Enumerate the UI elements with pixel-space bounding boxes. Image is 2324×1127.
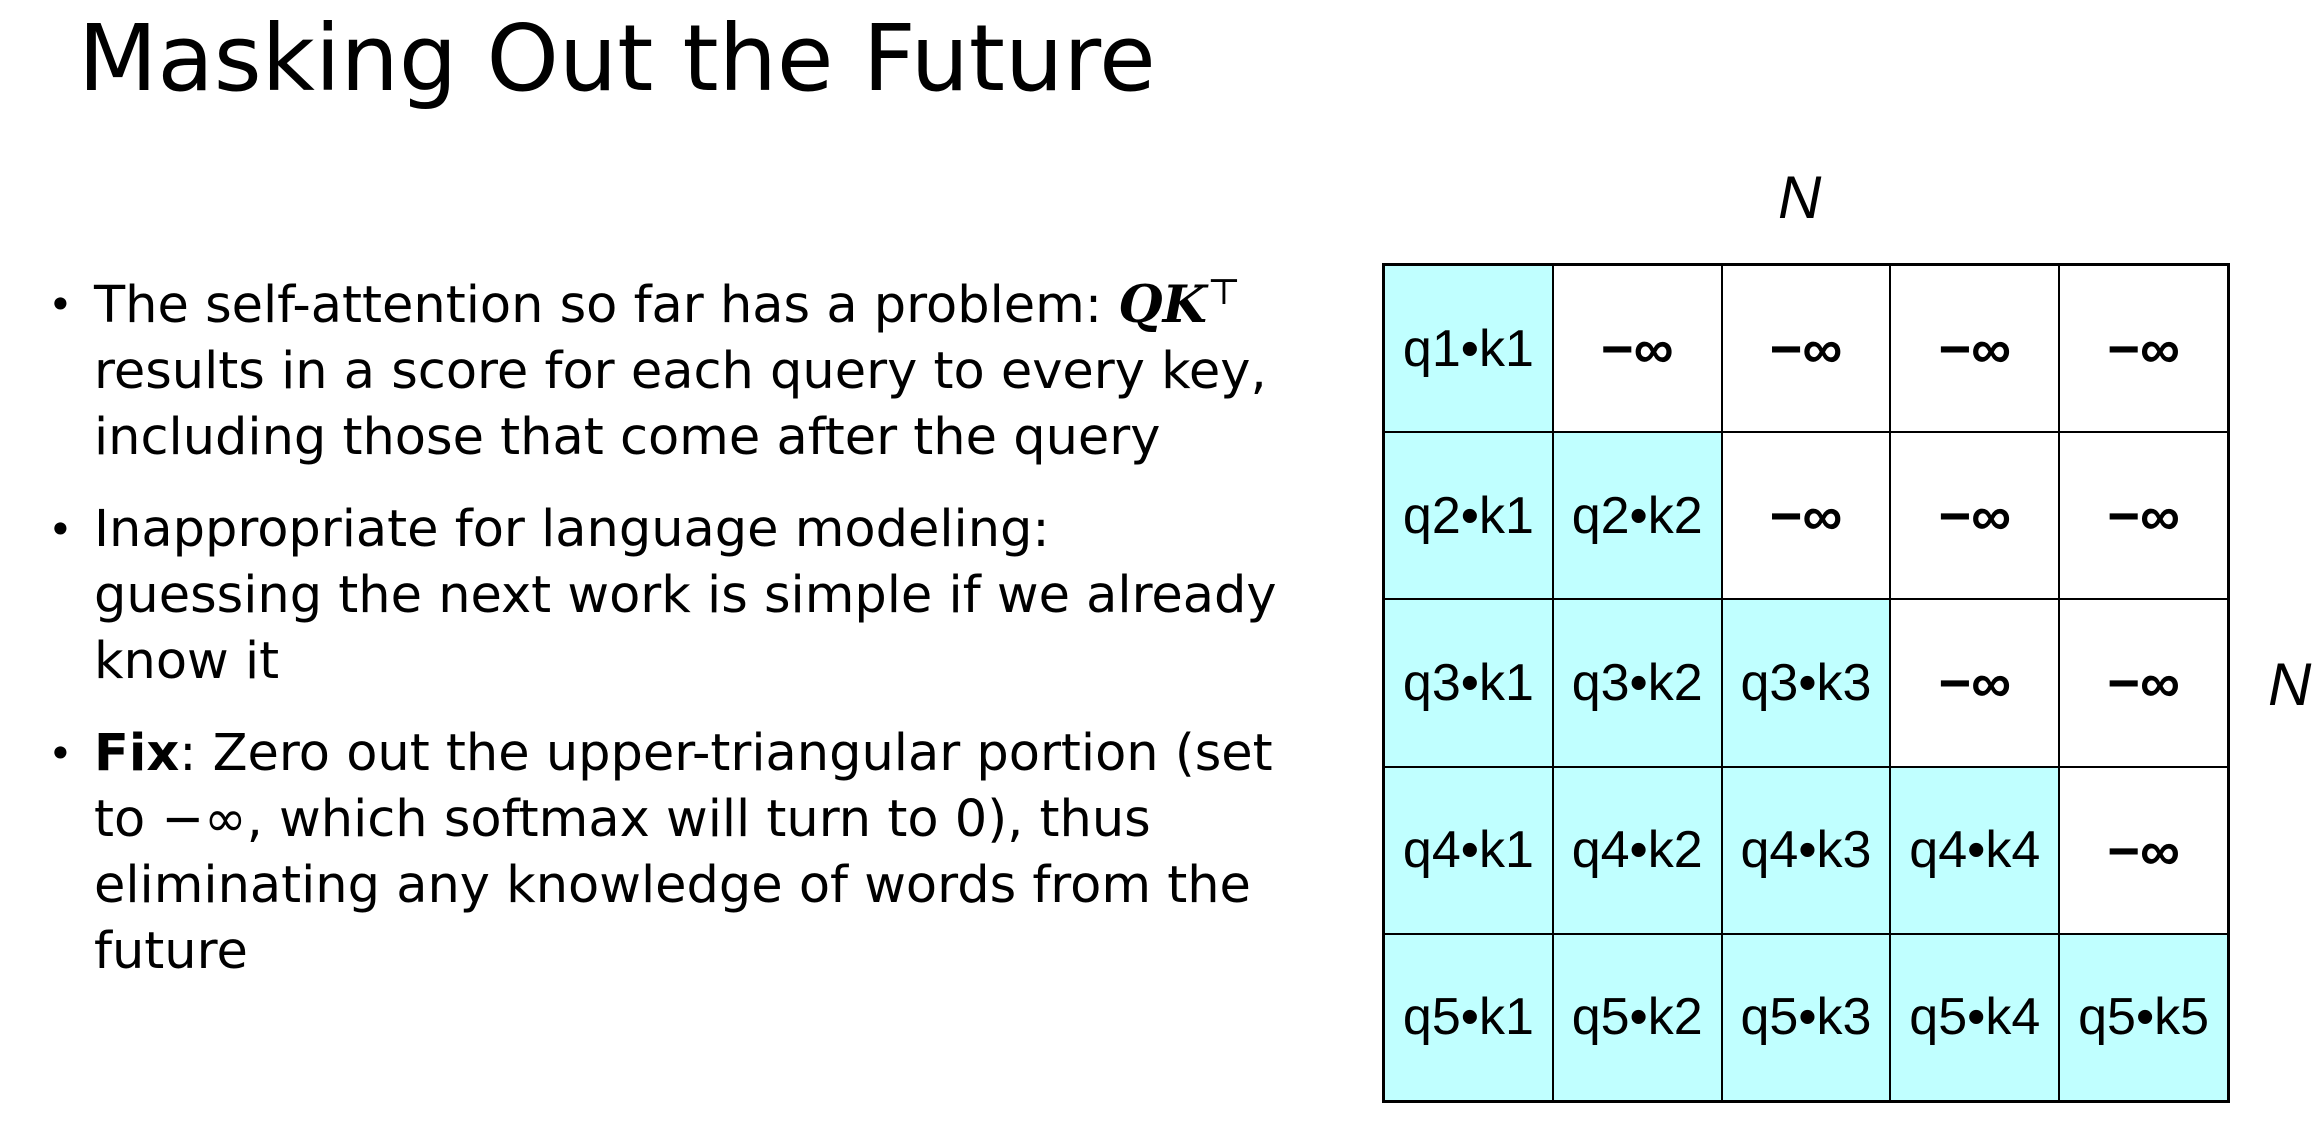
score-cell: q4•k1 [1384,766,1553,934]
score-cell: q1•k1 [1384,265,1553,433]
score-cell: q5•k2 [1552,933,1722,1101]
masked-cell: −∞ [1552,265,1722,433]
bullet-text: The self-attention so far has a problem: [94,276,1119,335]
masked-cell: −∞ [1890,265,2060,433]
math-qk: QK [1118,275,1207,335]
score-cell: q4•k2 [1552,766,1722,934]
masked-cell: −∞ [1890,599,2060,767]
score-cell: q2•k1 [1384,432,1553,600]
score-cell: q5•k5 [2059,933,2228,1101]
bullet-item-fix: • Fix: Zero out the upper-triangular por… [44,721,1284,985]
attention-mask-matrix: q1•k1 −∞ −∞ −∞ −∞ q2•k1 q2•k2 −∞ −∞ −∞ q3•k1 q3•k2 q… [1382,263,2230,1103]
masked-cell: −∞ [2059,766,2228,934]
score-cell: q3•k3 [1721,599,1891,767]
score-cell: q4•k4 [1890,766,2060,934]
masked-cell: −∞ [1721,265,1891,433]
bullet-text: Inappropriate for language modeling: gue… [94,500,1277,691]
bullet-marker: • [48,505,73,554]
masked-cell: −∞ [2059,599,2228,767]
score-cell: q5•k3 [1721,933,1891,1101]
math-transpose: ⊤ [1206,272,1241,313]
score-cell: q5•k4 [1890,933,2060,1101]
bullet-text: : Zero out the upper-triangular portion … [94,724,1273,981]
slide-title: Masking Out the Future [78,5,1156,112]
masked-cell: −∞ [2059,265,2228,433]
matrix-side-label: N [2268,651,2312,718]
bullet-list: • The self-attention so far has a proble… [44,272,1284,1011]
bullet-bold-label: Fix [94,724,180,783]
bullet-item-inappropriate: • Inappropriate for language modeling: g… [44,497,1284,695]
bullet-marker: • [48,280,73,329]
score-cell: q3•k2 [1552,599,1722,767]
masked-cell: −∞ [1721,432,1891,600]
bullet-marker: • [48,729,73,778]
score-cell: q5•k1 [1384,933,1553,1101]
matrix-top-label: N [1778,164,1822,231]
bullet-item-problem: • The self-attention so far has a proble… [44,272,1284,471]
masked-cell: −∞ [2059,432,2228,600]
score-cell: q3•k1 [1384,599,1553,767]
bullet-text-continued: results in a score for each query to eve… [94,342,1267,467]
score-cell: q4•k3 [1721,766,1891,934]
masked-cell: −∞ [1890,432,2060,600]
score-cell: q2•k2 [1552,432,1722,600]
